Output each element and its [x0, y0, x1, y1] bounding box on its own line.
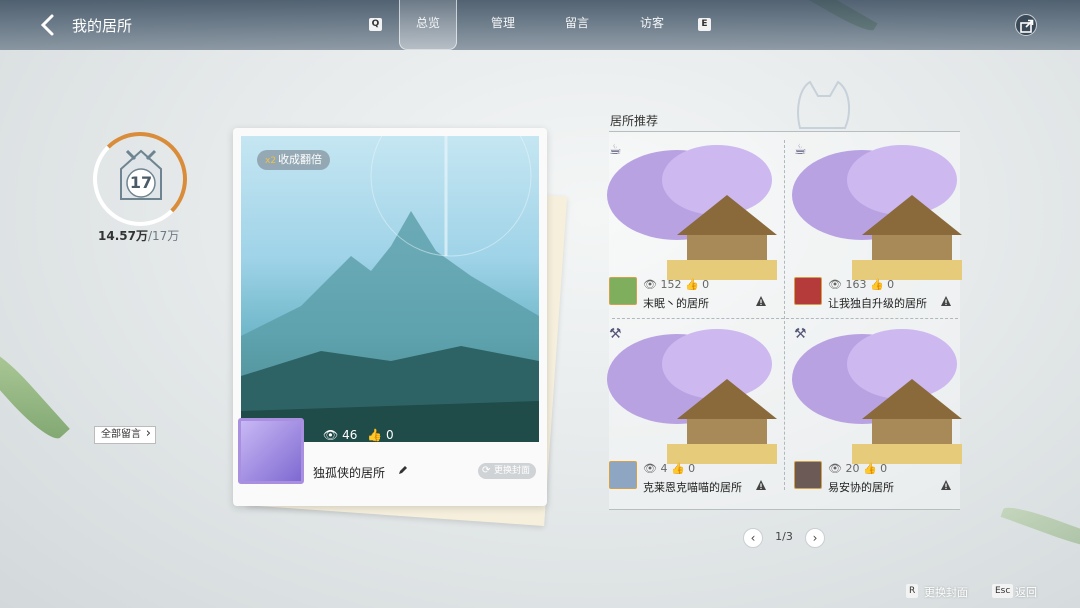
- recommend-top-divider: [609, 131, 960, 132]
- next-tab-key-hint: E: [698, 18, 711, 31]
- views-count: 46: [342, 428, 358, 442]
- visitor-avatar: [794, 461, 822, 489]
- grid-divider: [612, 318, 958, 319]
- house-thumbnail: [792, 329, 962, 464]
- all-comments-button[interactable]: 全部留言: [94, 426, 156, 444]
- thumbs-up-icon: 👍: [869, 278, 884, 291]
- recommend-item[interactable]: ☕ 👁 163 👍 0 让我独自升级的居所: [792, 140, 962, 316]
- recommend-bottom-divider: [609, 509, 960, 510]
- share-icon: [1020, 19, 1034, 33]
- recommend-stats: 👁 152 👍 0: [643, 278, 709, 291]
- owner-home-name: 独孤侠的居所: [313, 466, 386, 480]
- house-thumbnail: [792, 145, 962, 280]
- thumbs-up-icon: 👍: [670, 462, 685, 475]
- views-count: 163: [845, 278, 867, 291]
- views-count: 152: [660, 278, 682, 291]
- house-level-value: 17: [129, 173, 153, 192]
- pager: ‹ 1/3 ›: [743, 528, 825, 548]
- cover-image: x2 收成翻倍 👁 46 👍 0: [241, 136, 539, 442]
- edit-icon[interactable]: [398, 465, 408, 475]
- prosperity-current: 14.57万: [98, 229, 148, 243]
- owner-avatar: [238, 418, 304, 484]
- double-harvest-badge: x2 收成翻倍: [257, 150, 331, 170]
- page-indicator: 1/3: [775, 530, 793, 543]
- home-card: x2收成翻倍 👁 46 👍 0 独孤侠的居所 更换封面: [233, 128, 547, 506]
- recommend-item[interactable]: ⚒ 👁 20 👍 0 易安协的居所: [792, 324, 962, 500]
- report-warning-icon[interactable]: [755, 479, 767, 491]
- thumbs-up-icon: 👍: [367, 428, 383, 442]
- page-title: 我的居所: [72, 17, 133, 35]
- cover-landscape: [241, 136, 539, 442]
- prev-tab-key-hint: Q: [369, 18, 382, 31]
- leaf-decoration: [1000, 501, 1080, 555]
- eye-icon: 👁: [828, 462, 842, 475]
- views-count: 20: [845, 462, 860, 475]
- recommend-home-name: 克莱恩克喵喵的居所: [643, 481, 742, 494]
- thumbs-up-icon: 👍: [684, 278, 699, 291]
- recommend-home-name: 让我独自升级的居所: [828, 297, 927, 310]
- back-hint[interactable]: 返回: [1015, 584, 1037, 600]
- eye-icon: 👁: [643, 462, 657, 475]
- change-cover-key: R: [906, 584, 919, 598]
- report-warning-icon[interactable]: [755, 295, 767, 307]
- recommend-stats: 👁 20 👍 0: [828, 462, 887, 475]
- likes-count: 0: [385, 428, 394, 442]
- teapot-icon: ☕: [609, 142, 622, 158]
- recommend-stats: 👁 163 👍 0: [828, 278, 894, 291]
- teapot-icon: ☕: [794, 142, 807, 158]
- change-cover-hint[interactable]: 更换封面: [924, 584, 968, 600]
- eye-icon: 👁: [828, 278, 842, 291]
- top-bar: 我的居所 Q 总览 管理 留言 访客 E: [0, 0, 1080, 50]
- recommend-home-name: 末眠丶的居所: [643, 297, 709, 310]
- visitor-avatar: [794, 277, 822, 305]
- fox-decoration-icon: [797, 80, 851, 129]
- likes-count: 0: [688, 462, 696, 475]
- recommend-stats: 👁 4 👍 0: [643, 462, 695, 475]
- tab-visitors[interactable]: 访客: [640, 14, 664, 31]
- tab-messages[interactable]: 留言: [565, 14, 589, 31]
- prosperity-max: /17万: [147, 229, 180, 243]
- eye-icon: 👁: [643, 278, 657, 291]
- prosperity-progress: 14.57万/17万: [98, 227, 179, 244]
- card-stats: 👁 46 👍 0: [323, 428, 394, 442]
- eye-icon: 👁: [323, 428, 339, 442]
- visitor-avatar: [609, 461, 637, 489]
- likes-count: 0: [887, 278, 895, 291]
- back-key: Esc: [992, 584, 1014, 598]
- recommend-title: 居所推荐: [610, 114, 659, 128]
- back-arrow-icon[interactable]: [38, 13, 58, 37]
- recommend-item[interactable]: ⚒ 👁 4 👍 0 克莱恩克喵喵的居所: [607, 324, 777, 500]
- leaf-decoration: [0, 339, 70, 447]
- share-button[interactable]: [1015, 14, 1037, 36]
- next-page-button[interactable]: ›: [805, 528, 825, 548]
- recommend-home-name: 易安协的居所: [828, 481, 894, 494]
- recommend-item[interactable]: ☕ 👁 152 👍 0 末眠丶的居所: [607, 140, 777, 316]
- grid-divider: [784, 140, 785, 490]
- visitor-avatar: [609, 277, 637, 305]
- prev-page-button[interactable]: ‹: [743, 528, 763, 548]
- thumbs-up-icon: 👍: [862, 462, 877, 475]
- change-cover-button[interactable]: 更换封面: [478, 463, 537, 479]
- house-thumbnail: [607, 329, 777, 464]
- report-warning-icon[interactable]: [940, 295, 952, 307]
- sickle-icon: ⚒: [609, 326, 622, 342]
- double-label: 收成翻倍: [278, 153, 323, 166]
- likes-count: 0: [880, 462, 888, 475]
- tab-manage[interactable]: 管理: [491, 14, 515, 31]
- double-prefix: x2: [265, 156, 277, 166]
- report-warning-icon[interactable]: [940, 479, 952, 491]
- likes-count: 0: [702, 278, 710, 291]
- views-count: 4: [660, 462, 668, 475]
- tab-overview[interactable]: 总览: [399, 0, 457, 50]
- sickle-icon: ⚒: [794, 326, 807, 342]
- house-thumbnail: [607, 145, 777, 280]
